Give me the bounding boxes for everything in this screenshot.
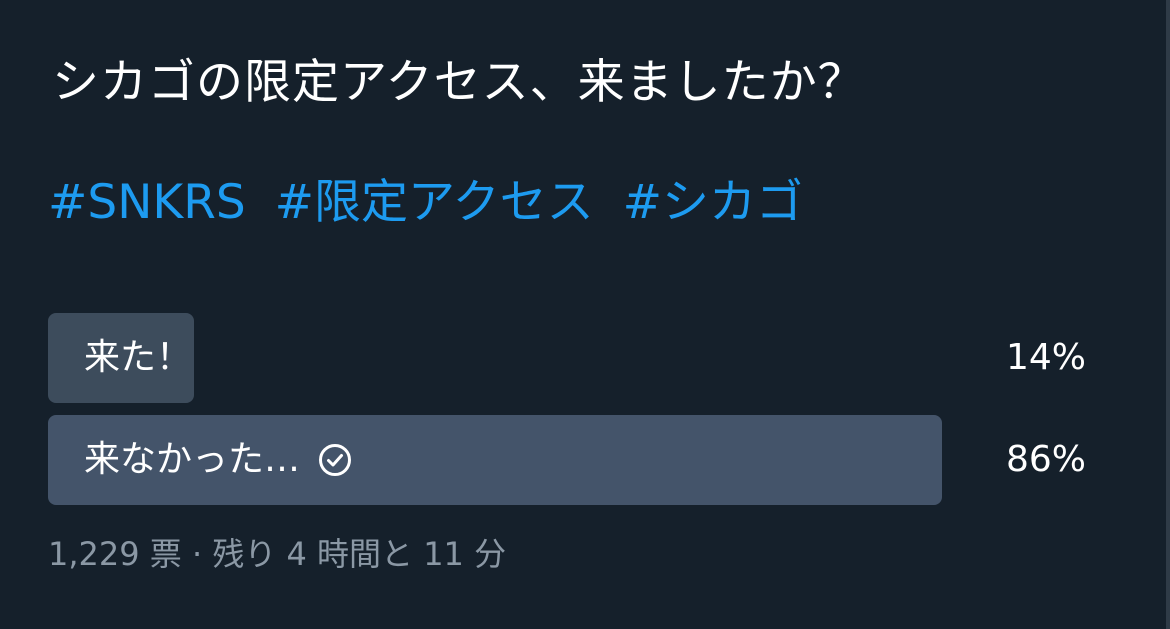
poll-option-text: 来た！ [84,337,193,378]
poll-option-percent: 86% [1005,439,1086,480]
poll-option-did-not-come[interactable]: 来なかった… 86% [48,415,1088,505]
tweet-text: シカゴの限定アクセス、来ましたか？ [52,55,866,110]
scrollbar-edge [1166,0,1170,629]
poll-vote-count: 1,229 票 [48,535,182,573]
poll-option-text: 来なかった… [84,439,301,480]
poll-footer: 1,229 票 · 残り 4 時間と 11 分 [48,533,506,575]
hashtag-limited-access[interactable]: #限定アクセス [275,175,594,230]
poll-time-left: 残り 4 時間と 11 分 [212,535,507,573]
hashtag-list: #SNKRS #限定アクセス #シカゴ [48,172,817,234]
poll: 来た！ 14% 来なかった… 86% [48,313,1088,517]
poll-option-label: 来なかった… [84,415,352,505]
poll-option-label: 来た！ [84,313,192,403]
poll-separator: · [191,535,203,573]
poll-option-percent: 14% [1005,337,1086,378]
check-circle-icon [319,444,352,476]
hashtag-snkrs[interactable]: #SNKRS [48,175,246,230]
poll-option-came[interactable]: 来た！ 14% [48,313,1088,403]
hashtag-chicago[interactable]: #シカゴ [623,175,803,230]
